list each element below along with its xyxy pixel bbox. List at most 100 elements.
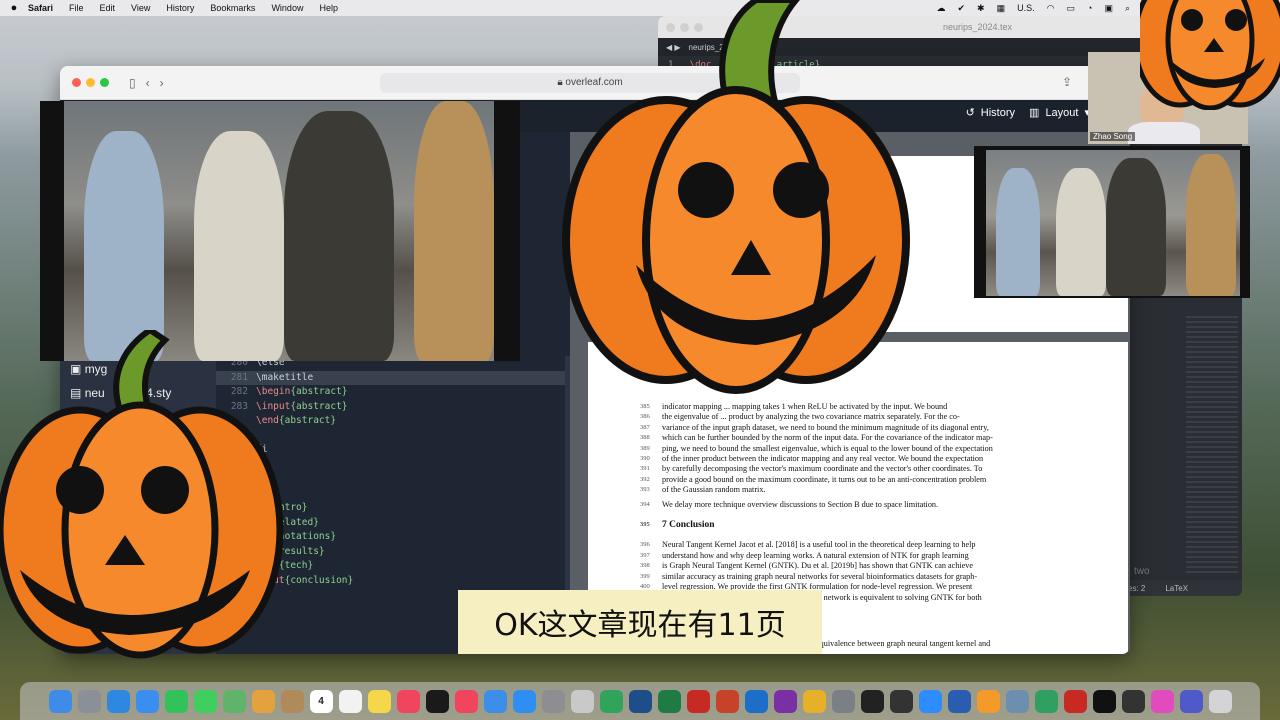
menu-view[interactable]: View	[131, 3, 150, 13]
menu-edit[interactable]: Edit	[100, 3, 116, 13]
tv-icon[interactable]	[425, 689, 449, 713]
pdf-line: 391 by carefully decomposing the vector's…	[640, 464, 1120, 474]
history-button[interactable]: ↺ History	[965, 106, 1015, 120]
messages-icon[interactable]	[193, 689, 217, 713]
launchpad-icon[interactable]	[77, 689, 101, 713]
subtitle-caption: OK这文章现在有11页	[458, 590, 822, 654]
pdf-line: 393 of the Gaussian random matrix.	[640, 485, 1120, 495]
code-minimap[interactable]	[1186, 316, 1238, 576]
facetime-icon[interactable]	[164, 689, 188, 713]
photos-icon[interactable]	[251, 689, 275, 713]
sublime-icon[interactable]	[976, 689, 1000, 713]
finder-icon[interactable]	[48, 689, 72, 713]
terminal-icon[interactable]	[860, 689, 884, 713]
safari-icon[interactable]	[106, 689, 130, 713]
menu-app[interactable]: Safari	[28, 3, 53, 13]
forward-icon[interactable]: ›	[160, 76, 164, 90]
disk-icon[interactable]	[831, 689, 855, 713]
input-source-icon[interactable]: ▦	[997, 3, 1006, 14]
menu-window[interactable]: Window	[271, 3, 303, 13]
menu-history[interactable]: History	[166, 3, 194, 13]
pdf-line: 397 understand how and why deep learning …	[640, 551, 1120, 561]
onenote-icon[interactable]	[773, 689, 797, 713]
acrobat2-icon[interactable]	[1063, 689, 1087, 713]
history-icon: ↺	[965, 107, 975, 119]
battery-icon[interactable]: ▭	[1066, 3, 1075, 14]
layout-icon: ▥	[1029, 107, 1040, 119]
status-language[interactable]: LaTeX	[1165, 584, 1188, 593]
pdf-line: 395 7 Conclusion	[640, 520, 1120, 530]
pdf-line: 396 Neural Tangent Kernel Jacot et al. [2…	[640, 540, 1120, 550]
pdf-line-number: 393	[640, 486, 650, 494]
powerpoint-icon[interactable]	[715, 689, 739, 713]
pdf-line-number: 390	[640, 455, 650, 463]
pdf-line-number: 395	[640, 521, 650, 529]
apple-menu-icon[interactable]: ●	[0, 2, 28, 14]
dock: 4	[20, 682, 1260, 720]
layout-button[interactable]: ▥ Layout ▾	[1029, 106, 1090, 120]
news-icon[interactable]	[454, 689, 478, 713]
figure-shape	[1186, 154, 1236, 296]
appstore-icon[interactable]	[512, 689, 536, 713]
pdf-line: 394 We delay more technique overview disc…	[640, 499, 1120, 510]
reminders-icon[interactable]	[338, 689, 362, 713]
terminal2-icon[interactable]	[889, 689, 913, 713]
minimize-button[interactable]	[86, 78, 95, 87]
pdf-line: 390 of the inner product between the indi…	[640, 454, 1120, 464]
chrome-icon[interactable]	[802, 689, 826, 713]
excel-icon[interactable]	[657, 689, 681, 713]
menu-bookmarks[interactable]: Bookmarks	[210, 3, 255, 13]
video-overlay-large	[40, 101, 520, 361]
numbers-icon[interactable]	[599, 689, 623, 713]
preview-icon[interactable]	[1005, 689, 1029, 713]
acrobat-icon[interactable]	[686, 689, 710, 713]
cloud-icon[interactable]: ☁	[937, 3, 946, 14]
back-icon[interactable]: ‹	[146, 76, 150, 90]
keynote-icon[interactable]	[483, 689, 507, 713]
menu-help[interactable]: Help	[319, 3, 338, 13]
pumpkin-icon	[1140, 0, 1280, 110]
notes-icon[interactable]	[367, 689, 391, 713]
search-icon[interactable]	[1121, 689, 1145, 713]
pdf-line-number: 399	[640, 572, 650, 580]
menu-file[interactable]: File	[69, 3, 84, 13]
spotlight-icon[interactable]: ⌕	[1125, 3, 1130, 14]
help-icon[interactable]	[570, 689, 594, 713]
pdf-line: 386 the eigenvalue of ... product by anal…	[640, 412, 1120, 422]
capcut-icon[interactable]	[1092, 689, 1116, 713]
calendar-icon[interactable]: 4	[309, 689, 333, 713]
code-argument: {conclusion}	[284, 574, 354, 586]
pdf-line-text: is Graph Neural Tangent Kernel (GNTK). D…	[662, 561, 973, 571]
mail-icon[interactable]	[135, 689, 159, 713]
trash-icon[interactable]	[1208, 689, 1232, 713]
close-button[interactable]	[72, 78, 81, 87]
settings-icon[interactable]	[541, 689, 565, 713]
overleaf-toolbar-right: ↺ History ▥ Layout ▾	[965, 106, 1090, 120]
share-icon[interactable]: ⇪	[1062, 75, 1072, 89]
pumpkin-icon	[562, 0, 910, 394]
pdf-line-text: of the inner product between the indicat…	[662, 454, 984, 464]
teams-icon[interactable]	[1179, 689, 1203, 713]
window-controls	[72, 78, 109, 87]
notes-box-icon[interactable]	[280, 689, 304, 713]
word-icon[interactable]	[947, 689, 971, 713]
gear-icon[interactable]: ✱	[977, 3, 985, 14]
outlook-icon[interactable]	[744, 689, 768, 713]
lock-icon[interactable]: ▣	[1104, 3, 1113, 14]
pdf-line-text: We delay more technique overview discuss…	[662, 499, 939, 509]
pdf-line-text: indicator mapping ... mapping takes 1 wh…	[662, 402, 948, 411]
zoom-icon[interactable]	[918, 689, 942, 713]
input-source-label[interactable]: U.S.	[1017, 3, 1035, 13]
pdf-line-text: variance of the input graph dataset, we …	[662, 422, 989, 432]
maps-icon[interactable]	[222, 689, 246, 713]
zoom-button[interactable]	[100, 78, 109, 87]
headphones-icon[interactable]: ◠	[1047, 3, 1055, 14]
figure-shape	[84, 131, 164, 361]
wifi-icon[interactable]: ◔	[1087, 3, 1092, 13]
app-icon[interactable]	[1150, 689, 1174, 713]
music-icon[interactable]	[396, 689, 420, 713]
screenshot-icon[interactable]	[1034, 689, 1058, 713]
vpn-icon[interactable]	[628, 689, 652, 713]
sidebar-toggle-icon[interactable]: ▯	[129, 76, 136, 90]
check-icon[interactable]: ✔	[958, 3, 966, 14]
